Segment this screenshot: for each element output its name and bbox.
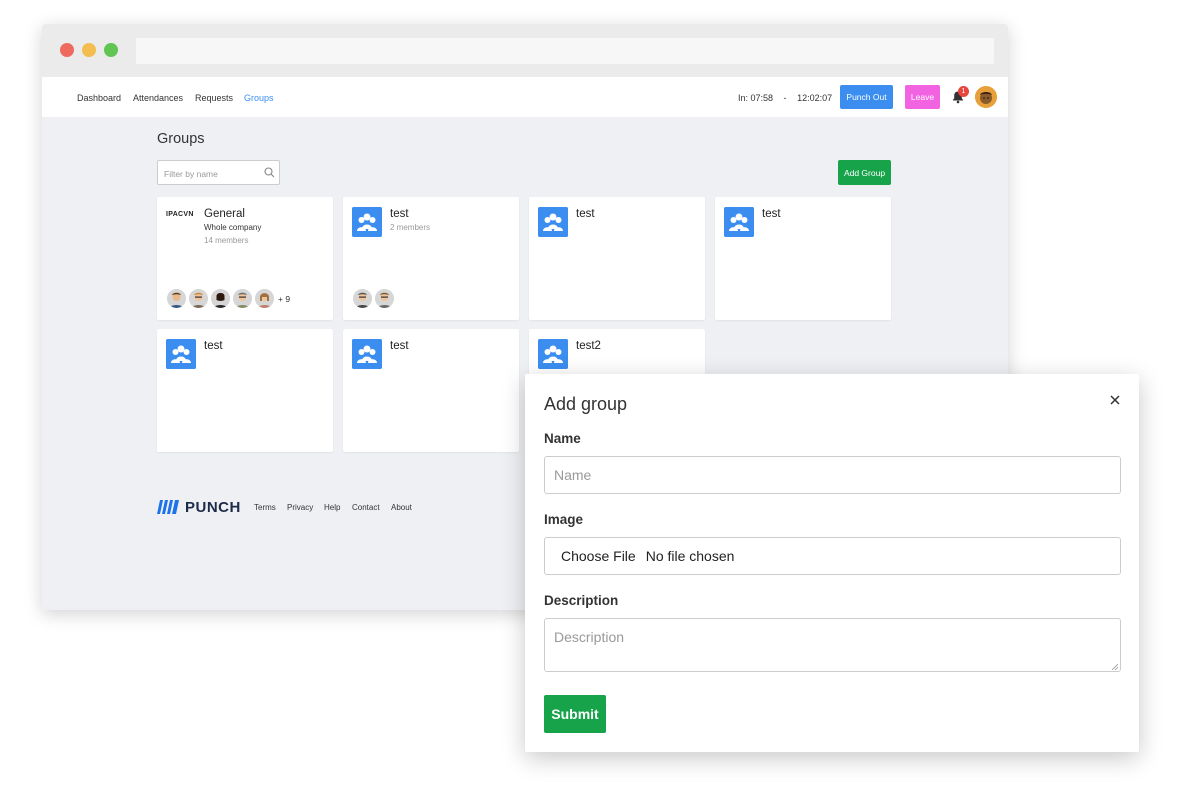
footer-link-about[interactable]: About (391, 503, 412, 512)
image-label: Image (544, 512, 584, 527)
punch-out-button[interactable]: Punch Out (840, 85, 893, 109)
company-logo: IPACVN (166, 211, 194, 218)
group-card[interactable]: test (715, 197, 891, 320)
notification-badge: 1 (958, 86, 969, 97)
footer-link-help[interactable]: Help (324, 503, 340, 512)
footer-logo[interactable]: PUNCH (157, 498, 241, 516)
group-icon (352, 339, 382, 369)
group-card[interactable]: test 2 members (343, 197, 519, 320)
maximize-window-button[interactable] (104, 43, 118, 57)
group-name: test (576, 208, 595, 220)
group-name: test (390, 340, 409, 352)
nav-requests[interactable]: Requests (195, 93, 233, 103)
name-label: Name (544, 431, 581, 446)
group-icon (724, 207, 754, 237)
group-card[interactable]: test (529, 197, 705, 320)
member-avatar (255, 289, 274, 308)
filter-input[interactable]: Filter by name (157, 160, 280, 185)
resize-handle-icon[interactable] (1112, 664, 1118, 670)
group-card[interactable]: test (157, 329, 333, 452)
group-icon (538, 207, 568, 237)
modal-title: Add group (544, 394, 628, 414)
description-label: Description (544, 593, 619, 608)
group-name: test (390, 208, 409, 220)
address-bar[interactable] (136, 38, 994, 64)
punch-logo-icon (157, 500, 179, 514)
group-description: Whole company (204, 223, 262, 232)
footer-link-terms[interactable]: Terms (254, 503, 276, 512)
group-card[interactable]: test (343, 329, 519, 452)
submit-button[interactable]: Submit (544, 695, 606, 733)
group-icon (352, 207, 382, 237)
group-name: General (204, 208, 245, 220)
footer-link-privacy[interactable]: Privacy (287, 503, 313, 512)
punch-time: In: 07:58 - 12:02:07 (738, 93, 832, 103)
member-avatar (189, 289, 208, 308)
file-status: No file chosen (645, 548, 735, 564)
group-icon (538, 339, 568, 369)
group-member-count: 14 members (204, 236, 249, 245)
nav-groups[interactable]: Groups (244, 93, 274, 103)
footer-brand: PUNCH (185, 498, 241, 516)
member-avatars (353, 289, 397, 308)
group-card-general[interactable]: IPACVN General Whole company 14 members … (157, 197, 333, 320)
browser-chrome (42, 24, 1008, 77)
choose-file-button[interactable]: Choose File (561, 548, 636, 564)
navbar: Dashboard Attendances Requests Groups In… (42, 77, 1008, 117)
member-avatar (233, 289, 252, 308)
minimize-window-button[interactable] (82, 43, 96, 57)
current-time: 12:02:07 (797, 93, 833, 103)
member-avatar (375, 289, 394, 308)
footer-link-contact[interactable]: Contact (352, 503, 380, 512)
leave-button[interactable]: Leave (905, 85, 940, 109)
punch-in-time: In: 07:58 (738, 93, 774, 103)
group-member-count: 2 members (390, 223, 431, 232)
description-textarea[interactable]: Description (544, 618, 1121, 672)
image-file-input[interactable]: Choose File No file chosen (544, 537, 1121, 575)
group-name: test (204, 340, 223, 352)
close-icon[interactable] (1108, 393, 1122, 407)
member-avatar (167, 289, 186, 308)
nav-attendances[interactable]: Attendances (133, 93, 183, 103)
close-window-button[interactable] (60, 43, 74, 57)
more-members-count: + 9 (278, 293, 291, 304)
user-avatar[interactable] (975, 86, 997, 108)
nav-dashboard[interactable]: Dashboard (77, 93, 121, 103)
group-name: test2 (576, 340, 601, 352)
member-avatars: + 9 (167, 289, 290, 308)
page-title: Groups (157, 131, 205, 147)
member-avatar (353, 289, 372, 308)
name-input[interactable]: Name (544, 456, 1121, 494)
group-icon (166, 339, 196, 369)
time-separator: - (783, 93, 787, 103)
add-group-modal: Add group Name Name Image Choose File No… (525, 374, 1139, 752)
member-avatar (211, 289, 230, 308)
add-group-button[interactable]: Add Group (838, 160, 891, 185)
group-name: test (762, 208, 781, 220)
search-icon (264, 167, 275, 178)
